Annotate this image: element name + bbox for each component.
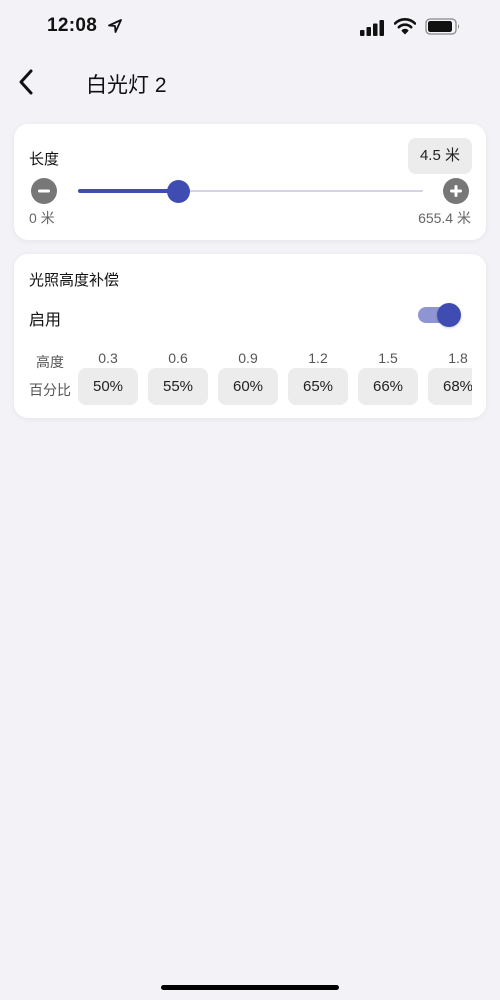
decrease-length-button[interactable] [31, 178, 57, 204]
length-label: 长度 [29, 151, 60, 168]
plus-circle-icon [450, 185, 462, 197]
percent-chip[interactable]: 60% [218, 368, 278, 405]
percent-chip[interactable]: 50% [78, 368, 138, 405]
height-value: 1.5 [378, 350, 398, 366]
enable-toggle[interactable] [417, 302, 463, 328]
slider-fill [78, 189, 179, 193]
percent-chip[interactable]: 65% [288, 368, 348, 405]
height-value: 0.9 [238, 350, 258, 366]
height-value: 1.2 [308, 350, 328, 366]
chevron-left-icon [19, 69, 33, 95]
minus-circle-icon [38, 189, 50, 193]
compensation-table[interactable]: 0.3 50% 0.6 55% 0.9 60% 1.2 65% 1.5 66% … [78, 346, 472, 408]
back-button[interactable] [10, 64, 42, 100]
length-value-display[interactable]: 4.5 米 [407, 138, 472, 174]
length-card: 长度 4.5 米 0 米 655.4 米 [14, 124, 486, 240]
slider-thumb[interactable] [166, 180, 190, 203]
home-indicator [161, 985, 339, 990]
cellular-signal-icon [360, 20, 384, 36]
percent-chip[interactable]: 55% [148, 368, 208, 405]
height-row-label: 高度 [36, 354, 64, 370]
range-max-label: 655.4 米 [418, 210, 471, 226]
toggle-knob [437, 303, 461, 327]
page-title: 白光灯 2 [86, 74, 167, 97]
wifi-icon [394, 18, 416, 35]
compensation-title: 光照高度补偿 [29, 272, 120, 289]
range-min-label: 0 米 [29, 210, 55, 226]
enable-label: 启用 [29, 312, 62, 329]
nav-bar: 白光灯 2 [0, 56, 500, 108]
increase-length-button[interactable] [443, 178, 469, 204]
height-compensation-card: 光照高度补偿 启用 高度 百分比 0.3 50% 0.6 55% 0.9 60%… [14, 254, 486, 418]
status-bar: 12:08 [0, 0, 500, 56]
length-slider[interactable] [78, 178, 423, 204]
percent-row-label: 百分比 [29, 382, 71, 398]
location-arrow-icon [108, 19, 122, 33]
height-value: 0.6 [168, 350, 188, 366]
status-time: 12:08 [47, 15, 98, 36]
height-value: 0.3 [98, 350, 118, 366]
percent-chip[interactable]: 66% [358, 368, 418, 405]
height-value: 1.8 [448, 350, 468, 366]
percent-chip[interactable]: 68% [428, 368, 472, 405]
battery-icon [425, 18, 459, 35]
